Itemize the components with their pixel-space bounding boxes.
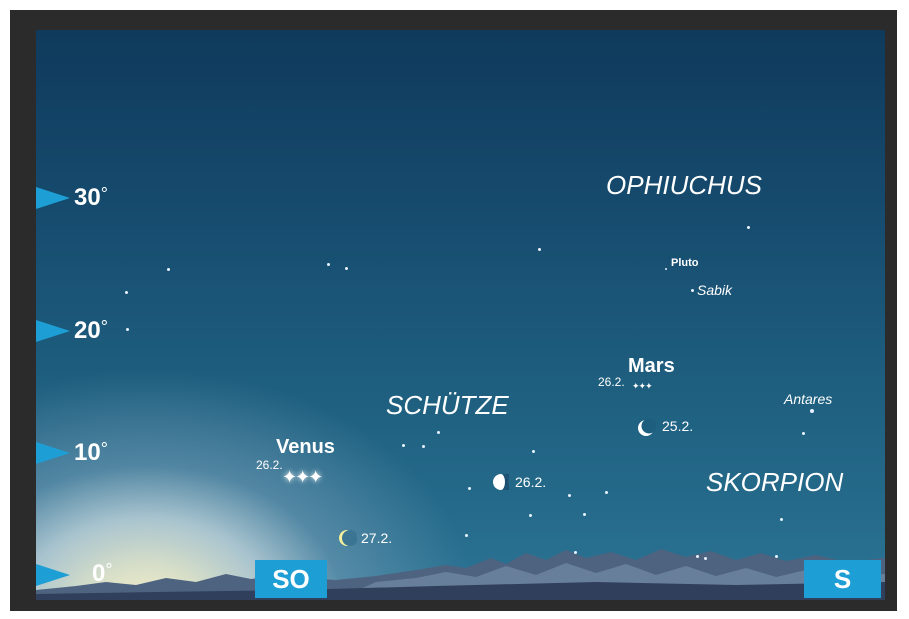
sky-chart: 30° 20° 10° 0° OPHIUCHUS SCHÜTZE SKORPIO… (36, 30, 885, 600)
star (532, 450, 535, 453)
altitude-label-20: 20° (74, 317, 108, 344)
star (605, 491, 608, 494)
star (422, 445, 425, 448)
star (802, 432, 805, 435)
altitude-marker-10 (36, 442, 70, 464)
altitude-marker-0 (36, 564, 70, 586)
star (780, 518, 783, 521)
venus-label: Venus (276, 436, 335, 458)
direction-south: S (804, 560, 881, 598)
star (583, 513, 586, 516)
pluto-marker (665, 268, 667, 270)
altitude-marker-20 (36, 320, 70, 342)
altitude-label-10: 10° (74, 439, 108, 466)
pluto-label: Pluto (671, 257, 699, 269)
moon-thin-crescent-icon (339, 530, 357, 546)
star (468, 487, 471, 490)
sabik-star (691, 289, 694, 292)
antares-star (810, 409, 814, 413)
star (465, 534, 468, 537)
antares-label: Antares (784, 391, 833, 407)
star (529, 514, 532, 517)
altitude-marker-30 (36, 187, 70, 209)
mountain-horizon (36, 549, 885, 600)
constellation-ophiuchus: OPHIUCHUS (606, 170, 763, 200)
altitude-label-30: 30° (74, 184, 108, 211)
star (126, 328, 129, 331)
moon-date-27: 27.2. (361, 530, 393, 546)
venus-positions-icon: ✦✦✦ (282, 467, 323, 487)
mars-date: 26.2. (598, 375, 625, 389)
sabik-label: Sabik (697, 282, 733, 298)
star (696, 555, 699, 558)
star (747, 226, 750, 229)
star (167, 268, 170, 271)
constellation-schuetze: SCHÜTZE (386, 390, 509, 420)
star (327, 263, 330, 266)
moon-crescent-icon (638, 418, 656, 436)
constellation-skorpion: SKORPION (706, 467, 844, 497)
star (574, 551, 577, 554)
star (775, 555, 778, 558)
moon-date-26: 26.2. (515, 474, 547, 490)
star (125, 291, 128, 294)
moon-half-icon (493, 474, 509, 490)
star (437, 431, 440, 434)
mars-label: Mars (628, 355, 675, 377)
star (345, 267, 348, 270)
star (538, 248, 541, 251)
star (402, 444, 405, 447)
venus-date: 26.2. (256, 458, 283, 472)
star (704, 557, 707, 560)
moon-date-25: 25.2. (662, 418, 694, 434)
star (568, 494, 571, 497)
altitude-label-0: 0° (92, 560, 113, 587)
direction-southeast: SO (255, 560, 327, 598)
mars-positions-icon: ✦✦✦ (632, 381, 653, 391)
